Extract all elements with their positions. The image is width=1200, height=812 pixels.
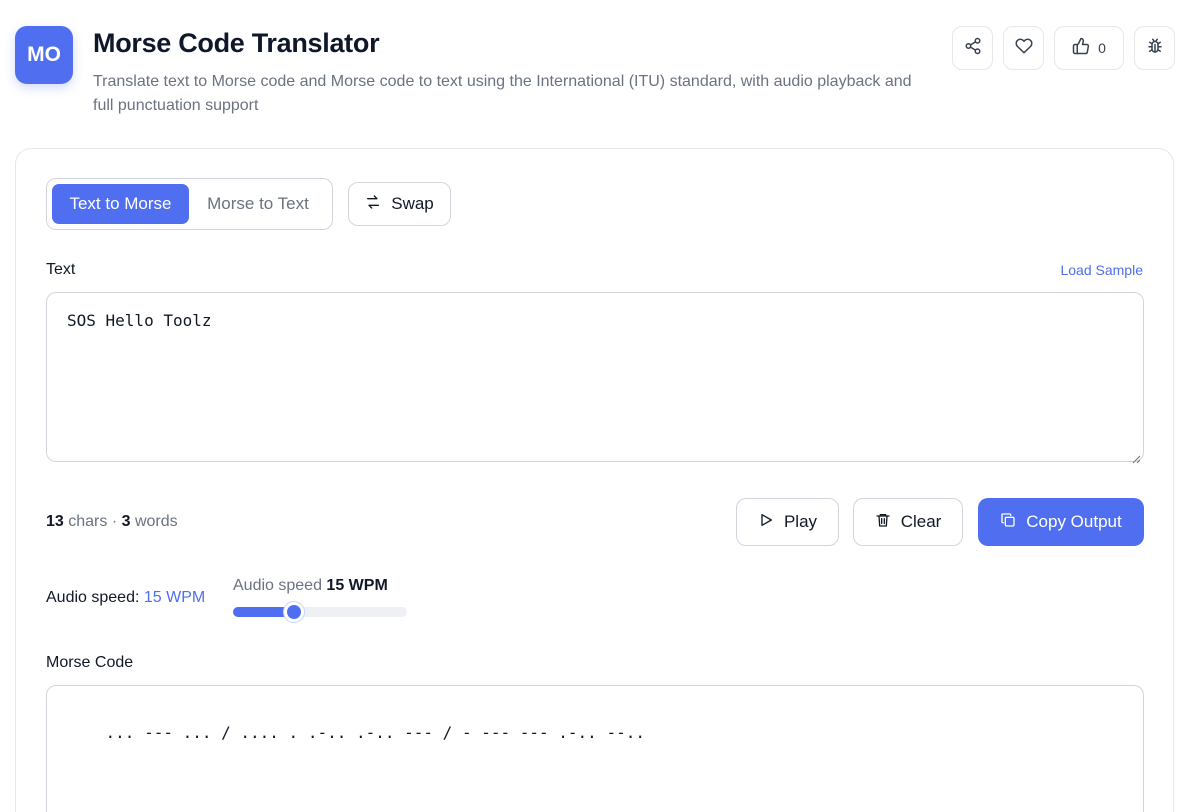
page-title: Morse Code Translator <box>93 28 380 58</box>
slider-caption: Audio speed 15 WPM <box>233 577 409 595</box>
audio-speed-value: 15 WPM <box>143 589 206 606</box>
heart-icon <box>1014 37 1033 60</box>
slider-thumb[interactable] <box>284 602 304 622</box>
slider-caption-value: 15 WPM <box>326 577 388 594</box>
swap-label: Swap <box>391 194 434 213</box>
share-icon <box>964 37 982 60</box>
audio-speed-slider[interactable] <box>233 602 407 622</box>
play-label: Play <box>783 512 818 531</box>
slider-caption-text: Audio speed <box>233 577 322 594</box>
morse-output[interactable]: ... --- ... / .... . .-.. .-.. --- / - -… <box>46 685 1144 812</box>
word-count-label: words <box>134 513 178 530</box>
load-sample-link[interactable]: Load Sample <box>1060 262 1143 278</box>
copy-output-label: Copy Output <box>1026 512 1122 531</box>
app-logo: MO <box>15 26 73 84</box>
clear-button[interactable]: Clear <box>853 498 963 546</box>
morse-output-value: ... --- ... / .... . .-.. .-.. --- / - -… <box>105 723 645 742</box>
count-separator: · <box>111 513 118 530</box>
audio-speed-text: Audio speed: <box>46 589 140 606</box>
text-input-label: Text <box>46 261 76 278</box>
char-count-label: chars <box>68 513 108 530</box>
swap-arrows-icon <box>365 194 381 215</box>
share-button[interactable] <box>952 26 993 70</box>
copy-icon <box>1000 512 1016 533</box>
text-input[interactable]: SOS Hello Toolz <box>46 292 1144 464</box>
clear-label: Clear <box>900 512 942 531</box>
char-count: 13 <box>46 513 64 530</box>
like-count: 0 <box>1098 40 1106 56</box>
header-actions: 0 <box>952 26 1175 70</box>
text-input-value: SOS Hello Toolz <box>67 311 212 330</box>
tab-text-to-morse[interactable]: Text to Morse <box>52 184 189 224</box>
like-button[interactable]: 0 <box>1054 26 1124 70</box>
swap-button[interactable]: Swap <box>348 182 451 226</box>
play-icon <box>758 512 774 533</box>
word-count: 3 <box>121 513 131 530</box>
page-header: MO Morse Code Translator Translate text … <box>15 26 1175 126</box>
favorite-button[interactable] <box>1003 26 1044 70</box>
tab-morse-to-text[interactable]: Morse to Text <box>189 184 327 224</box>
copy-output-button[interactable]: Copy Output <box>978 498 1144 546</box>
trash-icon <box>875 512 891 533</box>
report-bug-button[interactable] <box>1134 26 1175 70</box>
morse-output-label: Morse Code <box>46 654 134 671</box>
thumbs-up-icon <box>1072 37 1090 60</box>
mode-toggle: Text to Morse Morse to Text <box>46 178 333 230</box>
audio-speed-label: Audio speed: 15 WPM <box>46 589 205 607</box>
translator-card: Text to Morse Morse to Text Swap Text Lo… <box>15 148 1174 812</box>
bug-icon <box>1146 37 1164 60</box>
page-subtitle: Translate text to Morse code and Morse c… <box>93 73 912 114</box>
audio-speed-control: Audio speed 15 WPM <box>233 577 409 622</box>
resize-handle[interactable] <box>1131 449 1141 464</box>
play-button[interactable]: Play <box>736 498 839 546</box>
char-word-count: 13 chars · 3 words <box>46 513 178 531</box>
